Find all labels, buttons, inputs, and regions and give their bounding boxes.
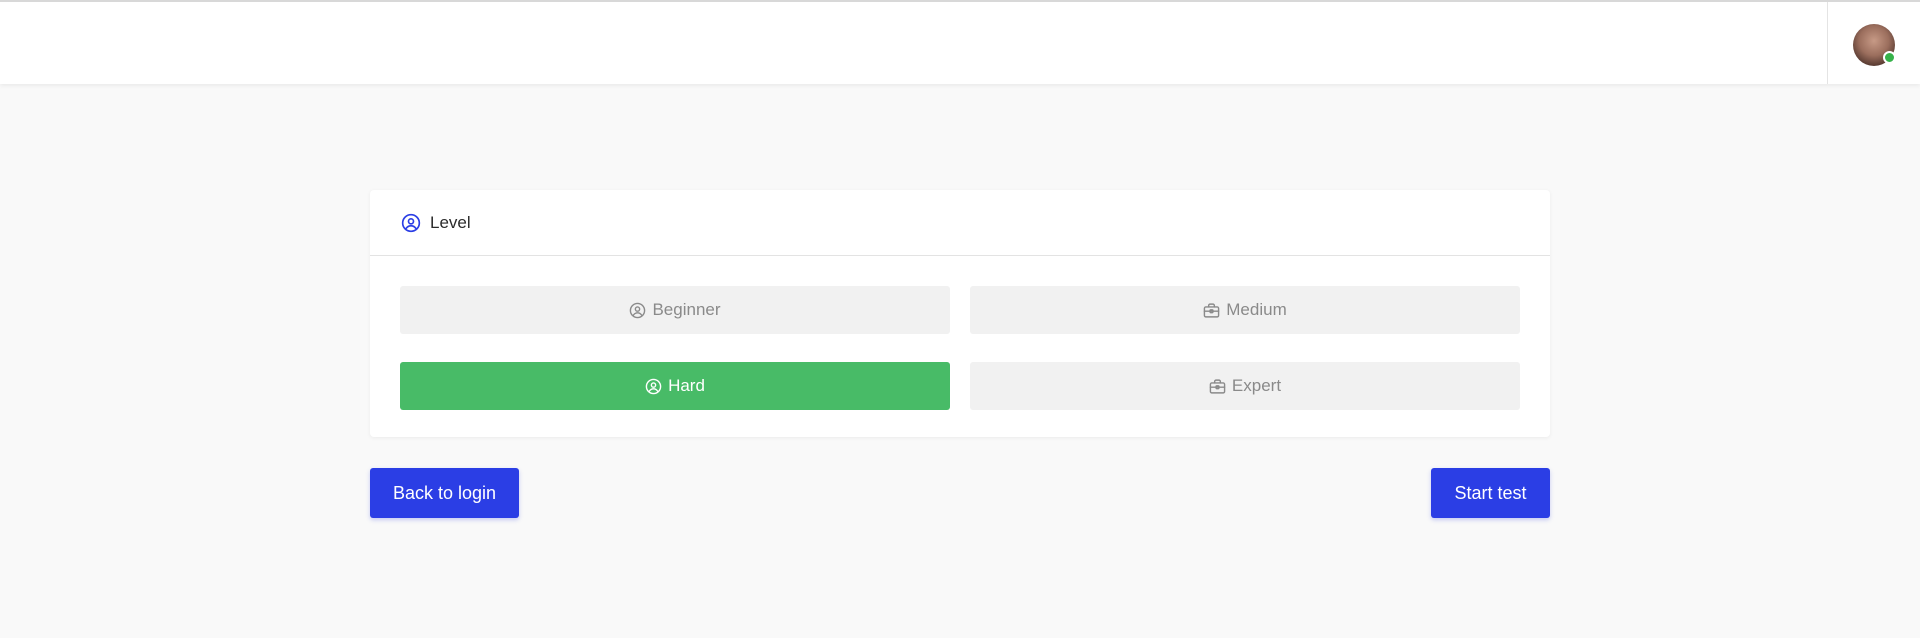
level-option-label: Expert (1231, 376, 1282, 395)
briefcase-icon (1209, 378, 1226, 395)
level-option-label: Medium (1226, 300, 1287, 319)
level-option-beginner[interactable]: Beginner (400, 286, 950, 334)
user-circle-icon (629, 302, 646, 319)
level-card: Level Beginner Medium Hard Expert (370, 190, 1550, 437)
briefcase-icon (1203, 302, 1220, 319)
avatar[interactable] (1853, 24, 1896, 66)
level-option-hard[interactable]: Hard (400, 362, 950, 410)
start-test-button[interactable]: Start test (1431, 468, 1550, 518)
back-to-login-button[interactable]: Back to login (370, 468, 519, 518)
level-option-expert[interactable]: Expert (970, 362, 1520, 410)
level-option-label: Hard (668, 376, 705, 395)
level-option-label: Beginner (652, 300, 721, 319)
top-navbar (0, 0, 1920, 84)
card-header: Level (370, 190, 1550, 256)
card-title: Level (430, 212, 471, 232)
online-status-dot (1883, 51, 1896, 64)
level-option-medium[interactable]: Medium (970, 286, 1520, 334)
user-circle-icon (645, 378, 662, 395)
user-circle-icon (401, 213, 421, 233)
navbar-divider (1827, 2, 1828, 84)
